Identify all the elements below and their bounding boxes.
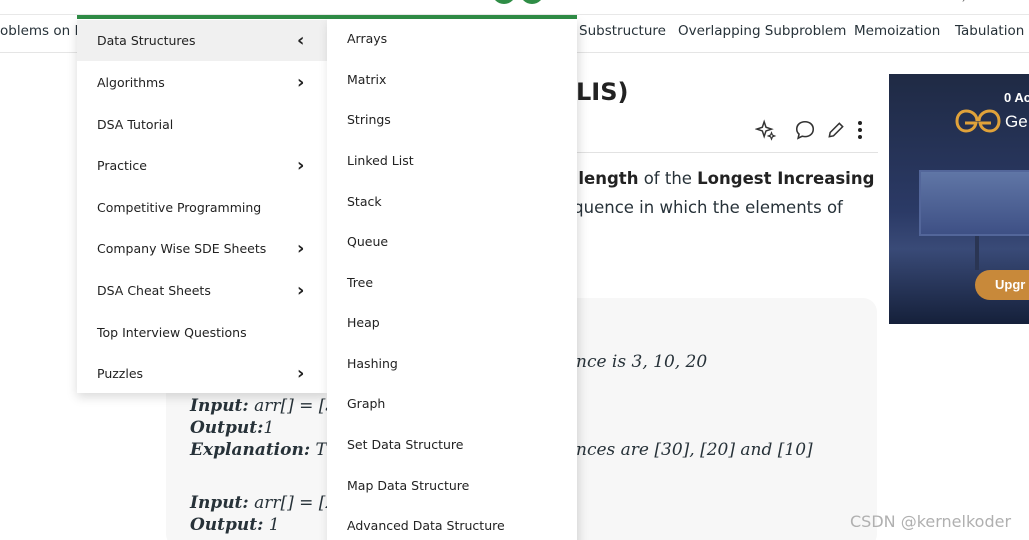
submenu-item[interactable]: Graph — [347, 396, 385, 411]
more-options-icon[interactable] — [848, 118, 872, 142]
topic-link[interactable]: Substructure — [579, 23, 666, 39]
article-paragraph: e length of the Longest Increasing — [563, 169, 875, 188]
chevron-right-icon: › — [297, 238, 305, 259]
submenu-item[interactable]: Set Data Structure — [347, 437, 463, 452]
submenu-item[interactable]: Map Data Structure — [347, 478, 469, 493]
article-title: LIS) — [576, 78, 629, 106]
topic-link[interactable]: Memoization — [854, 23, 940, 39]
menu-item-competitive-programming[interactable]: Competitive Programming — [77, 187, 327, 228]
submenu-item[interactable]: Queue — [347, 234, 388, 249]
menu-item-label: Data Structures — [97, 33, 196, 48]
chevron-right-icon: › — [297, 72, 305, 93]
menu-item-label: Company Wise SDE Sheets — [97, 241, 267, 256]
watermark: CSDN @kernelkoder — [850, 512, 1012, 531]
menu-item-label: DSA Tutorial — [97, 117, 174, 132]
menu-item-label: Competitive Programming — [97, 200, 262, 215]
chevron-left-icon: ‹ — [297, 30, 305, 51]
menu-categories: Data Structures ‹ Algorithms › DSA Tutoria… — [77, 19, 327, 393]
article-paragraph: equence in which the elements of — [563, 198, 843, 217]
submenu-item[interactable]: Matrix — [347, 72, 386, 87]
menu-item-dsa-tutorial[interactable]: DSA Tutorial — [77, 104, 327, 145]
submenu-item[interactable]: Linked List — [347, 153, 414, 168]
ad-upgrade-button[interactable]: Upgr — [975, 270, 1029, 300]
menu-item-data-structures[interactable]: Data Structures ‹ — [77, 20, 327, 61]
menu-item-label: DSA Cheat Sheets — [97, 283, 211, 298]
menu-item-label: Algorithms — [97, 75, 165, 90]
advertisement[interactable]: 0 Ac Ge Upgr — [889, 74, 1029, 324]
dsa-mega-menu: Data Structures ‹ Algorithms › DSA Tutoria… — [77, 15, 577, 540]
submenu-item[interactable]: Advanced Data Structure — [347, 518, 505, 533]
menu-item-cheat-sheets[interactable]: DSA Cheat Sheets › — [77, 270, 327, 311]
chevron-right-icon: › — [297, 155, 305, 176]
menu-item-practice[interactable]: Practice › — [77, 145, 327, 186]
submenu-item[interactable]: Heap — [347, 315, 380, 330]
example-explanation-tail: nces are [30], [20] and [10] — [576, 440, 813, 460]
topic-link[interactable]: Tabulation — [955, 23, 1024, 39]
menu-item-interview-questions[interactable]: Top Interview Questions — [77, 312, 327, 353]
submenu-item[interactable]: Hashing — [347, 356, 398, 371]
submenu-data-structures: Arrays Matrix Strings Linked List Stack … — [327, 19, 577, 540]
submenu-item[interactable]: Stack — [347, 194, 382, 209]
gfg-logo-icon — [955, 108, 1001, 134]
billboard-pole — [975, 236, 979, 270]
menu-item-company-sheets[interactable]: Company Wise SDE Sheets › — [77, 228, 327, 269]
submenu-item[interactable]: Strings — [347, 112, 391, 127]
site-header: › — [0, 0, 1029, 15]
menu-item-label: Puzzles — [97, 366, 144, 381]
chevron-right-icon: › — [297, 363, 305, 384]
menu-item-label: Practice — [97, 158, 147, 173]
ai-sparkle-icon[interactable] — [754, 118, 778, 142]
edit-icon[interactable] — [824, 118, 848, 142]
submenu-item[interactable]: Tree — [347, 275, 373, 290]
menu-item-label: Top Interview Questions — [97, 325, 247, 340]
topic-link[interactable]: Overlapping Subproblem — [678, 23, 846, 39]
submenu-item[interactable]: Arrays — [347, 31, 387, 46]
ad-count: 0 Ac — [1004, 90, 1029, 105]
billboard-image — [919, 170, 1029, 236]
menu-item-algorithms[interactable]: Algorithms › — [77, 62, 327, 103]
divider — [560, 152, 878, 153]
site-logo[interactable] — [490, 0, 550, 6]
comment-icon[interactable] — [793, 118, 817, 142]
article-toolbar — [752, 116, 882, 146]
menu-item-puzzles[interactable]: Puzzles › — [77, 353, 327, 394]
header-icon[interactable]: › — [962, 0, 965, 5]
chevron-right-icon: › — [297, 280, 305, 301]
example-text: nce is 3, 10, 20 — [576, 352, 708, 372]
ad-brand: Ge — [1005, 112, 1028, 131]
